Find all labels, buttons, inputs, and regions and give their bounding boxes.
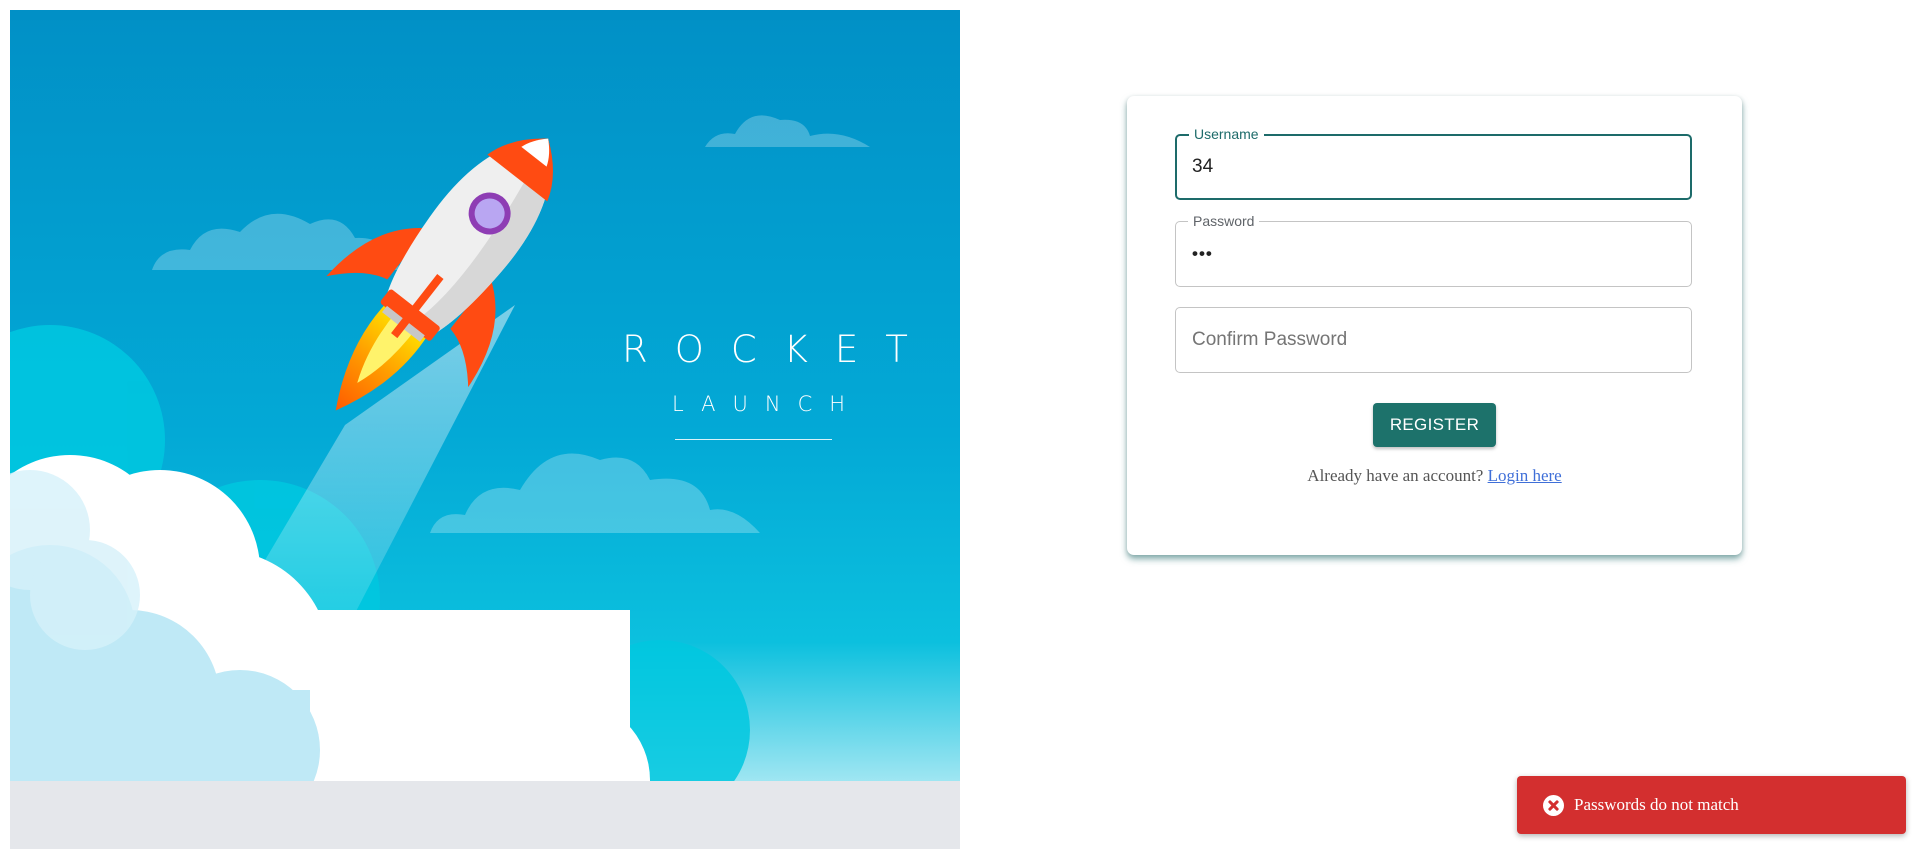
- register-button[interactable]: REGISTER: [1373, 403, 1496, 447]
- hero-subtitle: LAUNCH: [672, 392, 863, 416]
- password-value: •••: [1192, 244, 1213, 263]
- login-link[interactable]: Login here: [1488, 466, 1562, 485]
- username-field[interactable]: Username 34: [1175, 126, 1692, 200]
- password-field[interactable]: Password •••: [1175, 213, 1692, 287]
- login-prompt-row: Already have an account? Login here: [1127, 466, 1742, 486]
- toast-message: Passwords do not match: [1574, 795, 1739, 814]
- hero-title: ROCKET: [622, 328, 935, 371]
- username-value: 34: [1192, 156, 1214, 177]
- confirm-password-field[interactable]: Confirm Password: [1175, 307, 1692, 373]
- hero-divider: [675, 439, 832, 440]
- confirm-password-placeholder: Confirm Password: [1192, 329, 1348, 350]
- password-label: Password: [1188, 213, 1260, 229]
- hero-illustration: ROCKET LAUNCH: [10, 10, 960, 849]
- register-card: Username 34 Password ••• Confirm Passwor…: [1127, 96, 1742, 555]
- error-circle-icon: [1543, 795, 1564, 816]
- login-prompt: Already have an account?: [1307, 466, 1488, 485]
- error-toast[interactable]: Passwords do not match: [1517, 776, 1906, 834]
- username-label: Username: [1189, 126, 1264, 142]
